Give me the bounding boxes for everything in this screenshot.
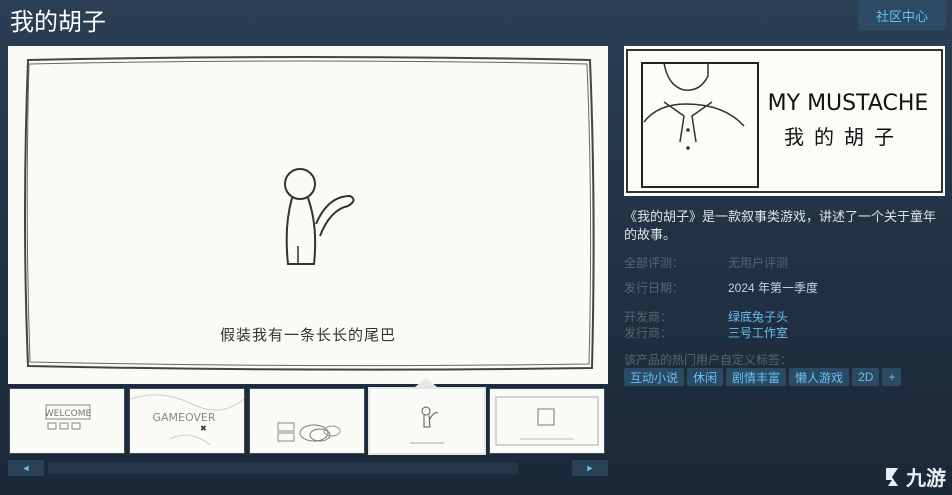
thumbnail-1-text: WELCOME [45,409,92,419]
thumbnail-5[interactable] [489,388,605,454]
thumbnail-2-image: GAMEOVER ✖ [130,394,244,446]
capsule-title-en: MY MUSTACHE [768,91,929,116]
thumbnail-3[interactable] [249,388,365,454]
tag-2d[interactable]: 2D [852,368,880,386]
thumbnail-4-selected[interactable] [368,387,486,455]
tag-relaxing[interactable]: 懒人游戏 [789,368,850,386]
capsule-art: MY MUSTACHE 我的胡子 [626,49,943,193]
thumbnail-4-image [410,406,444,444]
watermark-text: 九游 [906,466,946,490]
tag-interactive-fiction[interactable]: 互动小说 [624,368,685,386]
thumbnail-strip: WELCOME GAMEOVER ✖ [8,387,608,455]
tag-casual[interactable]: 休闲 [687,368,724,386]
thumbnail-1-image: WELCOME [45,404,92,430]
watermark-logo-icon [886,467,898,486]
svg-text:✖: ✖ [200,424,207,433]
developer-link[interactable]: 绿底兔子头 [728,308,788,325]
reviews-value: 无用户评测 [728,256,789,270]
add-tag-button[interactable]: + [882,368,902,386]
publisher-link[interactable]: 三号工作室 [728,324,788,341]
scroll-left-button[interactable]: ◄ [8,460,44,476]
tag-story-rich[interactable]: 剧情丰富 [726,368,787,386]
reviews-label: 全部评测： [624,256,685,270]
screenshot-caption: 假装我有一条长长的尾巴 [219,326,396,344]
tags-list: 互动小说 休闲 剧情丰富 懒人游戏 2D + [624,368,904,386]
community-hub-button[interactable]: 社区中心 [858,0,946,30]
game-description: 《我的胡子》是一款叙事类游戏，讲述了一个关于童年的故事。 [624,209,937,242]
page-title: 我的胡子 [10,8,106,36]
header-capsule-image: MY MUSTACHE 我的胡子 [624,46,945,196]
thumbnail-1[interactable]: WELCOME [9,388,125,454]
release-date-value: 2024 年第一季度 [728,281,819,295]
scrollbar-handle[interactable] [48,462,518,474]
scroll-right-button[interactable]: ► [572,460,608,476]
release-date-label: 发行日期： [624,281,685,295]
developer-label: 开发商： [624,310,673,324]
publisher-label: 发行商： [624,326,673,340]
thumbnail-5-image [495,396,599,446]
thumbnail-scrollbar[interactable]: ◄ ► [8,460,608,476]
thumbnail-3-image [277,422,341,442]
selected-thumb-indicator [415,378,437,387]
site-watermark: 九游 [880,462,946,491]
tags-label: 该产品的热门用户自定义标签： [624,353,793,367]
thumbnail-2-text: GAMEOVER [152,411,215,424]
capsule-title-cn: 我的胡子 [784,125,904,149]
thumbnail-2[interactable]: GAMEOVER ✖ [129,388,245,454]
main-screenshot[interactable]: 假装我有一条长长的尾巴 [8,46,608,384]
